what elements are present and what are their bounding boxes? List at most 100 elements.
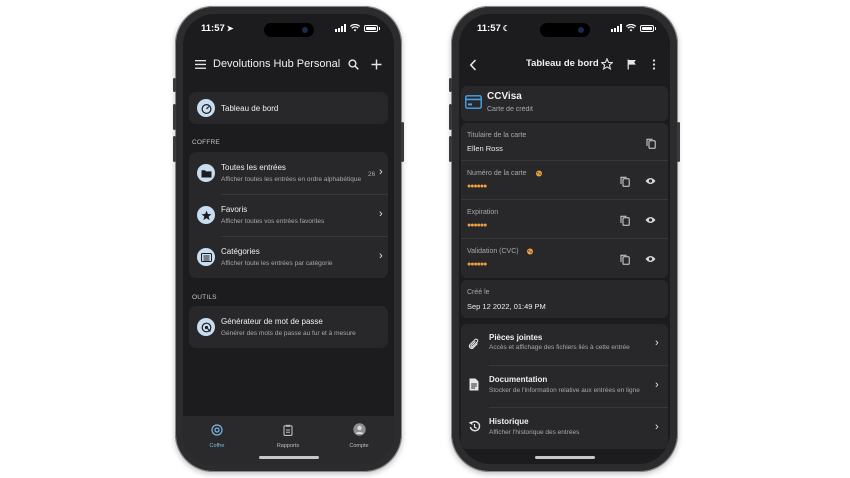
app-title: Tableau de bord <box>526 58 599 69</box>
copy-icon[interactable] <box>646 138 656 149</box>
status-bar: 11:57 ➤ <box>183 14 394 44</box>
home-indicator <box>534 456 595 459</box>
field-value: Ellen Ross <box>467 144 503 153</box>
chevron-right-icon: › <box>379 250 383 262</box>
password-generator-icon <box>197 318 215 336</box>
list-item-title: Générateur de mot de passe <box>221 317 323 326</box>
location-arrow-icon: ➤ <box>226 24 234 33</box>
side-button <box>449 78 452 92</box>
volume-down-button <box>173 136 176 162</box>
field-label: Titulaire de la carte <box>467 132 527 139</box>
app-bar: Devolutions Hub Personal <box>183 52 394 78</box>
back-icon[interactable] <box>469 59 477 71</box>
list-item-subtitle: Afficher toute les entrées par catégorie <box>221 260 333 267</box>
entry-type: Carte de crédit <box>487 106 533 113</box>
menu-icon[interactable] <box>195 60 206 69</box>
flag-icon[interactable] <box>627 59 637 70</box>
home-indicator <box>258 456 319 459</box>
tab-reports[interactable]: Rapports <box>268 423 308 449</box>
wifi-icon <box>350 24 360 32</box>
field-card-number: Numéro de la carte ●●●●●● <box>461 160 668 199</box>
list-icon <box>197 248 215 266</box>
list-item-subtitle: Générer des mots de passe au fur et à me… <box>221 330 356 337</box>
screen: 11:57 ☾ Tableau de bord CCVisa Carte de c… <box>459 14 670 464</box>
app-title: Devolutions Hub Personal <box>213 58 341 70</box>
list-item-subtitle: Accès et affichage des fichiers liés à c… <box>489 344 630 351</box>
power-button <box>401 122 404 162</box>
masked-value: ●●●●●● <box>467 261 487 268</box>
list-item-subtitle: Stocker de l'information relative aux en… <box>489 387 640 394</box>
copy-icon[interactable] <box>620 176 630 187</box>
chevron-right-icon: › <box>655 421 659 433</box>
signal-icon <box>335 24 346 32</box>
reveal-eye-icon[interactable] <box>645 255 656 263</box>
tab-label: Coffre <box>209 443 225 449</box>
avatar-icon <box>352 423 366 436</box>
list-item-favorites[interactable]: Favoris Afficher toutes vos entrées favo… <box>189 194 388 236</box>
dynamic-island <box>539 23 590 37</box>
app-bar: Tableau de bord <box>459 52 670 78</box>
list-item-documentation[interactable]: Documentation Stocker de l'information r… <box>461 365 668 407</box>
document-icon <box>469 378 479 391</box>
dashboard-item[interactable]: Tableau de bord <box>189 92 388 124</box>
volume-up-button <box>173 104 176 130</box>
field-cardholder: Titulaire de la carte Ellen Ross <box>461 123 668 160</box>
list-item-subtitle: Afficher toutes vos entrées favorites <box>221 218 325 225</box>
masked-value: ●●●●●● <box>467 183 487 190</box>
favorite-star-icon[interactable] <box>601 58 613 70</box>
links-card: Pièces jointes Accès et affichage des fi… <box>461 324 668 449</box>
power-button <box>677 122 680 162</box>
side-button <box>173 78 176 92</box>
list-item-categories[interactable]: Catégories Afficher toute les entrées pa… <box>189 236 388 278</box>
list-item-title: Catégories <box>221 247 260 256</box>
field-cvc: Validation (CVC) ●●●●●● <box>461 238 668 278</box>
history-icon <box>468 420 481 432</box>
camera-dot <box>301 27 308 33</box>
more-vertical-icon[interactable] <box>652 59 656 70</box>
sensitive-field-icon <box>527 248 533 255</box>
list-item-password-generator[interactable]: Générateur de mot de passe Générer des m… <box>189 306 388 348</box>
vault-card: Toutes les entrées Afficher toutes les e… <box>189 152 388 278</box>
battery-icon <box>640 24 656 32</box>
folder-icon <box>197 164 215 182</box>
list-item-attachments[interactable]: Pièces jointes Accès et affichage des fi… <box>461 324 668 365</box>
field-label: Expiration <box>467 209 499 216</box>
phone-right: 11:57 ☾ Tableau de bord CCVisa Carte de c… <box>449 6 680 472</box>
list-item-title: Favoris <box>221 205 248 214</box>
reveal-eye-icon[interactable] <box>645 177 656 185</box>
volume-down-button <box>449 136 452 162</box>
screen: 11:57 ➤ Devolutions Hub Personal Tableau … <box>183 14 394 464</box>
chevron-right-icon: › <box>655 337 659 349</box>
copy-icon[interactable] <box>620 254 630 265</box>
add-icon[interactable] <box>371 59 382 70</box>
sensitive-field-icon <box>536 170 542 177</box>
list-item-title: Pièces jointes <box>489 333 543 342</box>
phone-left: 11:57 ➤ Devolutions Hub Personal Tableau … <box>173 6 404 472</box>
copy-icon[interactable] <box>620 215 630 226</box>
field-label: Validation (CVC) <box>467 248 519 255</box>
tab-label: Compte <box>349 443 369 449</box>
chevron-right-icon: › <box>379 208 383 220</box>
volume-up-button <box>449 104 452 130</box>
chevron-right-icon: › <box>379 166 383 178</box>
list-item-subtitle: Afficher toutes les entrées en ordre alp… <box>221 176 362 183</box>
list-item-history[interactable]: Historique Afficher l'historique des ent… <box>461 407 668 449</box>
list-item-title: Documentation <box>489 375 548 384</box>
tab-bar: Coffre Rapports Compte <box>183 416 394 464</box>
list-item-all-entries[interactable]: Toutes les entrées Afficher toutes les e… <box>189 152 388 194</box>
tab-vault[interactable]: Coffre <box>197 423 237 449</box>
entry-count-badge: 26 <box>368 171 376 178</box>
tools-card: Générateur de mot de passe Générer des m… <box>189 306 388 348</box>
dynamic-island <box>263 23 314 37</box>
clipboard-icon <box>283 424 293 436</box>
field-expiration: Expiration ●●●●●● <box>461 199 668 238</box>
list-item-title: Historique <box>489 417 529 426</box>
paperclip-icon <box>468 338 479 349</box>
field-label: Numéro de la carte <box>467 170 527 177</box>
list-item-subtitle: Afficher l'historique des entrées <box>489 429 580 436</box>
created-card: Créé le Sep 12 2022, 01:49 PM <box>461 280 668 318</box>
battery-icon <box>364 24 380 32</box>
search-icon[interactable] <box>348 59 359 70</box>
reveal-eye-icon[interactable] <box>645 216 656 224</box>
tab-account[interactable]: Compte <box>339 423 379 449</box>
